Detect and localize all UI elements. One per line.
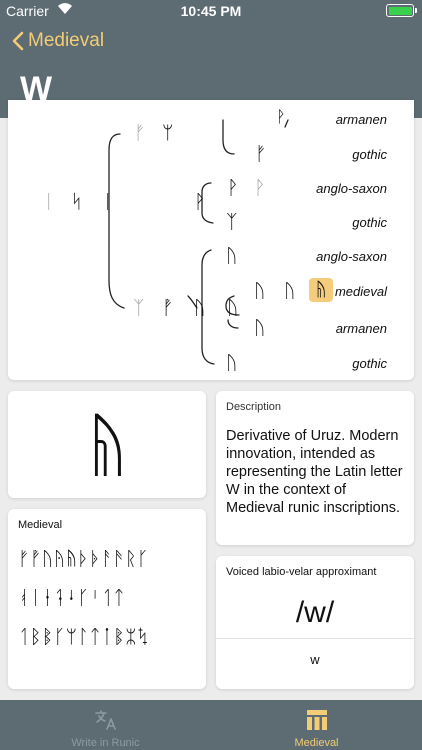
chevron-left-icon	[12, 31, 24, 51]
tab-bar: Write in Runic Medieval	[0, 700, 422, 750]
tab-write-label: Write in Runic	[71, 737, 140, 749]
rune-root-2[interactable]: ᛋ	[71, 192, 82, 212]
status-time: 10:45 PM	[180, 3, 242, 19]
rune-gothic-3[interactable]: ᚢ	[226, 353, 237, 373]
rune-root-1[interactable]: ᛁ	[43, 192, 54, 212]
alphabet-heading: Medieval	[18, 519, 63, 531]
columns-icon	[306, 710, 327, 730]
label-medieval: medieval	[334, 284, 387, 299]
tab-write-in-runic[interactable]: Write in Runic	[0, 700, 211, 750]
alphabet-row-2: ᚮᛁᛂᛑᛍᚴᛌᛐᛏ	[18, 587, 126, 609]
label-gothic-3: gothic	[352, 356, 387, 371]
label-anglo-saxon-2: anglo-saxon	[316, 249, 387, 264]
latin-letter: w	[310, 652, 320, 667]
rune-gothic-1[interactable]: ᚠ	[255, 144, 266, 164]
battery-icon	[386, 4, 417, 17]
ipa-symbol: /w/	[295, 596, 335, 629]
description-heading: Description	[226, 401, 282, 413]
label-anglo-saxon-1: anglo-saxon	[316, 181, 387, 196]
translate-icon	[94, 710, 116, 730]
label-armanen-top: armanen	[335, 112, 387, 127]
rune-v[interactable]: ᚡ	[162, 298, 173, 318]
rune-top-f[interactable]: ᚠ	[134, 123, 145, 143]
rune-root-3[interactable]: ᛁ	[102, 192, 113, 212]
rune-y[interactable]: ᛉ	[133, 298, 144, 318]
tab-medieval-label: Medieval	[294, 737, 339, 749]
back-label: Medieval	[28, 30, 105, 51]
alphabet-row-1: ᚠᚡᚢᚤᚥᚦᚧᚨᚫᚱᚴ	[18, 548, 149, 570]
rune-anglo-1b[interactable]: ᚹ	[254, 178, 265, 198]
rune-armanen-2[interactable]: ᚢ	[254, 318, 265, 338]
tree-connectors	[108, 119, 289, 365]
rune-top-stave[interactable]: ᛘ	[162, 123, 173, 143]
back-button[interactable]: Medieval	[12, 30, 104, 52]
selected-rune-card: ᚥ	[8, 391, 206, 498]
rune-medieval-1[interactable]: ᚢ	[254, 281, 265, 301]
rune-family-tree: ᚠ ᛘ ᚹ armanen ᚠ gothic ᛁ ᛋ ᛁ ᚹ ᚹ ᚹ anglo…	[8, 100, 414, 380]
rune-gothic-2[interactable]: ᛉ	[226, 212, 237, 232]
rune-armanen-top[interactable]: ᚹ	[276, 107, 286, 127]
rune-n-1[interactable]: ᚢ	[194, 298, 205, 318]
rune-mid[interactable]: ᚹ	[194, 192, 205, 212]
description-text: Derivative of Uruz. Modern innovation, i…	[226, 428, 403, 516]
description-card: Description Derivative of Uruz. Modern i…	[216, 391, 414, 545]
status-bar: Carrier 10:45 PM	[0, 0, 422, 22]
phonetic-heading: Voiced labio-velar approximant	[226, 566, 377, 578]
rune-branch[interactable]: ᚢ	[227, 298, 238, 318]
selected-rune-glyph: ᚥ	[86, 403, 128, 486]
label-armanen-2: armanen	[335, 321, 387, 336]
rune-anglo-1a[interactable]: ᚹ	[227, 178, 238, 198]
label-gothic-2: gothic	[352, 215, 387, 230]
divider	[216, 638, 414, 639]
label-gothic-1: gothic	[352, 147, 387, 162]
tab-medieval[interactable]: Medieval	[211, 700, 422, 750]
rune-anglo-2[interactable]: ᚢ	[226, 246, 237, 266]
alphabet-card[interactable]: Medieval ᚠᚡᚢᚤᚥᚦᚧᚨᚫᚱᚴ ᚮᛁᛂᛑᛍᚴᛌᛐᛏ ᛐᛒᛔᚴᛘᛚᛏᛙᛔ…	[8, 509, 206, 689]
alphabet-row-3: ᛐᛒᛔᚴᛘᛚᛏᛙᛔᛯᛪ	[18, 626, 149, 648]
phonetic-card: Voiced labio-velar approximant /w/ w	[216, 556, 414, 689]
